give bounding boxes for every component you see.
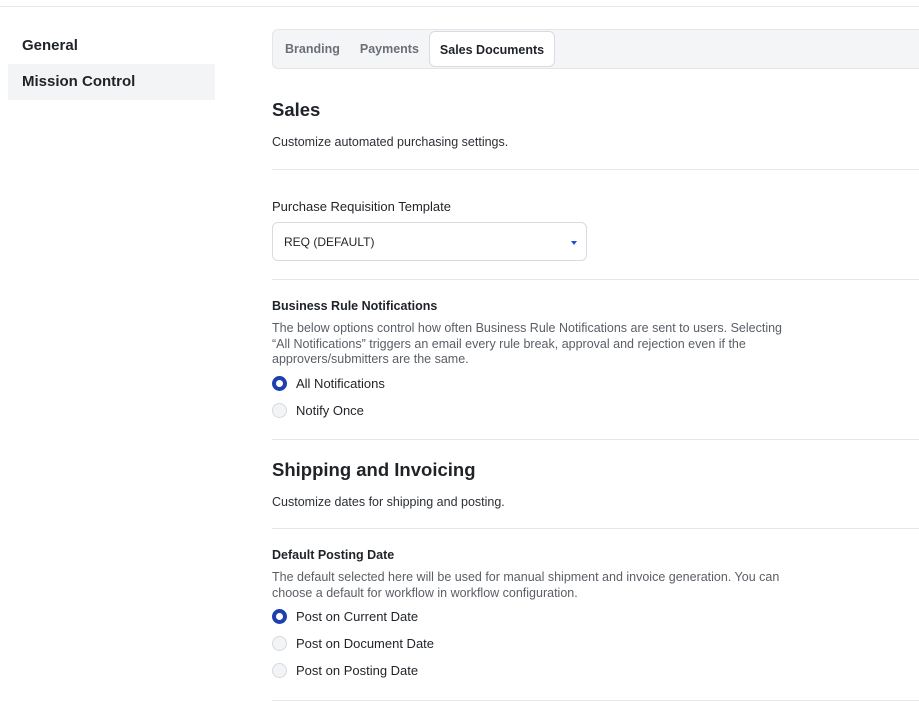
- tab-bar: Branding Payments Sales Documents: [272, 29, 919, 69]
- sales-section-title: Sales: [272, 99, 321, 120]
- sidebar: General Mission Control: [8, 28, 215, 100]
- settings-main: Branding Payments Sales Documents Sales …: [272, 29, 919, 701]
- sales-section-description: Customize automated purchasing settings.: [272, 135, 509, 149]
- business-rule-notifications-label: Business Rule Notifications: [272, 299, 438, 313]
- divider: [272, 169, 919, 170]
- tab-payments[interactable]: Payments: [350, 31, 429, 67]
- divider: [272, 528, 919, 529]
- top-divider: [0, 6, 919, 7]
- radio-post-posting-date[interactable]: Post on Posting Date: [272, 661, 418, 679]
- sidebar-item-general[interactable]: General: [8, 28, 215, 64]
- shipping-section-title: Shipping and Invoicing: [272, 459, 476, 480]
- radio-post-current-date[interactable]: Post on Current Date: [272, 607, 418, 625]
- radio-button[interactable]: [272, 375, 287, 391]
- default-posting-date-help: The default selected here will be used f…: [272, 570, 802, 601]
- radio-label: Post on Current Date: [296, 608, 419, 624]
- divider: [272, 700, 919, 701]
- help-line: approvers/submitters are the same.: [272, 352, 469, 366]
- help-line: choose a default for workflow in workflo…: [272, 585, 578, 600]
- help-line: The default selected here will be used f…: [272, 570, 780, 584]
- radio-button[interactable]: [272, 635, 287, 651]
- tab-sales-documents[interactable]: Sales Documents: [428, 31, 556, 67]
- help-line: The below options control how often Busi…: [272, 321, 782, 335]
- tab-branding[interactable]: Branding: [275, 31, 350, 67]
- radio-notify-once[interactable]: Notify Once: [272, 401, 364, 419]
- requisition-template-label: Purchase Requisition Template: [272, 199, 451, 214]
- requisition-template-select[interactable]: REQ (DEFAULT): [272, 222, 587, 261]
- radio-button[interactable]: [272, 608, 287, 624]
- divider: [272, 439, 919, 440]
- default-posting-date-label: Default Posting Date: [272, 548, 395, 562]
- radio-label: Post on Document Date: [296, 635, 435, 651]
- radio-label: All Notifications: [296, 375, 385, 391]
- radio-label: Post on Posting Date: [296, 662, 419, 678]
- help-line: “All Notifications” triggers an email ev…: [272, 336, 746, 351]
- business-rule-notifications-help: The below options control how often Busi…: [272, 321, 802, 368]
- divider: [272, 279, 919, 280]
- caret-down-icon: [571, 241, 577, 245]
- radio-post-document-date[interactable]: Post on Document Date: [272, 634, 434, 652]
- requisition-template-value: REQ (DEFAULT): [284, 235, 375, 249]
- radio-label: Notify Once: [296, 402, 364, 418]
- shipping-section-description: Customize dates for shipping and posting…: [272, 495, 505, 509]
- radio-button[interactable]: [272, 402, 287, 418]
- sidebar-item-mission-control[interactable]: Mission Control: [8, 64, 215, 100]
- radio-all-notifications[interactable]: All Notifications: [272, 374, 385, 392]
- radio-button[interactable]: [272, 662, 287, 678]
